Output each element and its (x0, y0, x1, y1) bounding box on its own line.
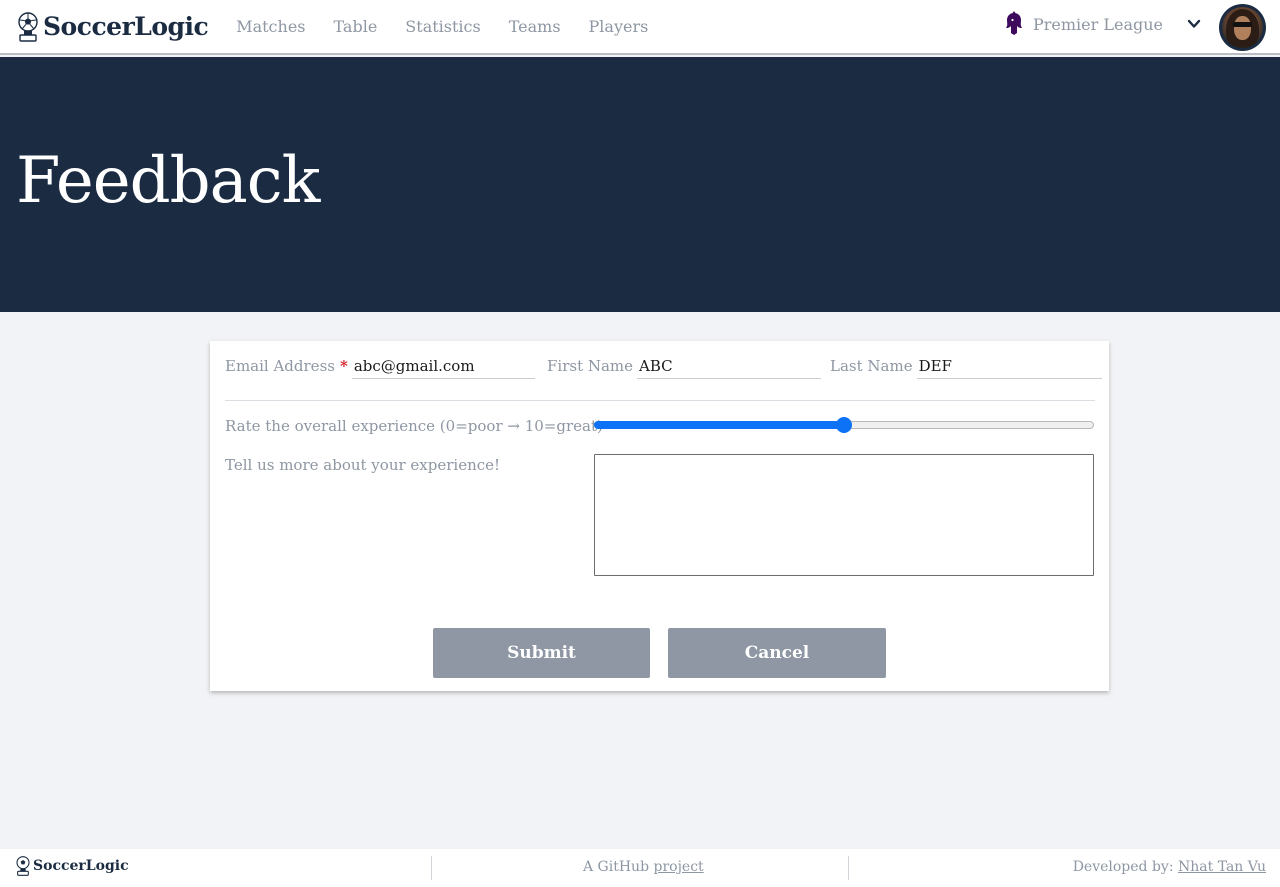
avatar-photo (1222, 7, 1263, 48)
email-input[interactable] (351, 353, 535, 379)
top-navbar: SoccerLogic Matches Table Statistics Tea… (0, 0, 1280, 55)
first-name-field-group: First Name (547, 353, 822, 379)
footer-divider (431, 856, 432, 880)
nav-link-teams[interactable]: Teams (509, 17, 561, 36)
feedback-form: Email Address* First Name Last Name Rate… (210, 341, 1109, 691)
chevron-down-icon[interactable] (1187, 17, 1201, 31)
form-divider (225, 400, 1095, 401)
developer-link[interactable]: Nhat Tan Vu (1178, 859, 1266, 875)
cancel-button[interactable]: Cancel (668, 628, 886, 678)
footer-divider (848, 856, 849, 880)
brand-name: SoccerLogic (43, 12, 209, 41)
last-name-field-group: Last Name (830, 353, 1102, 379)
nav-link-statistics[interactable]: Statistics (405, 17, 480, 36)
user-avatar[interactable] (1219, 4, 1266, 51)
footer-developer-prefix: Developed by: (1072, 859, 1174, 875)
trophy-icon (16, 856, 30, 876)
league-selector[interactable]: Premier League (1002, 11, 1163, 37)
footer-github-credit: A GitHub project (583, 859, 704, 875)
required-marker: * (339, 357, 348, 375)
last-name-label: Last Name (830, 357, 913, 375)
slider-fill (594, 421, 844, 429)
github-project-link[interactable]: project (654, 859, 704, 875)
footer-developer-credit: Developed by: Nhat Tan Vu (1073, 859, 1266, 875)
footer-brand-name: SoccerLogic (33, 858, 129, 874)
brand-logo-link[interactable]: SoccerLogic (16, 11, 209, 42)
slider-thumb[interactable] (836, 417, 852, 433)
league-name: Premier League (1033, 14, 1164, 34)
footer-github-prefix: A GitHub (583, 859, 650, 875)
nav-link-matches[interactable]: Matches (236, 17, 305, 36)
page-hero: Feedback (0, 57, 1280, 312)
email-label: Email Address * (225, 357, 348, 375)
rating-slider[interactable] (594, 417, 1094, 433)
footer-brand-link[interactable]: SoccerLogic (15, 856, 129, 876)
main-nav: Matches Table Statistics Teams Players (222, 17, 662, 36)
nav-link-players[interactable]: Players (589, 17, 649, 36)
last-name-input[interactable] (916, 353, 1102, 379)
contact-fields-row: Email Address* First Name Last Name (225, 353, 1102, 379)
email-field-group: Email Address * (225, 353, 535, 379)
comments-label: Tell us more about your experience! (225, 456, 501, 474)
first-name-input[interactable] (637, 353, 822, 379)
page-title: Feedback (16, 144, 320, 218)
submit-button[interactable]: Submit (433, 628, 650, 678)
nav-link-table[interactable]: Table (334, 17, 378, 36)
trophy-icon (18, 11, 38, 42)
rating-label: Rate the overall experience (0=poor → 10… (225, 417, 603, 435)
page-footer: SoccerLogic A GitHub project Developed b… (0, 849, 1280, 887)
premier-league-lion-icon (1006, 11, 1022, 35)
first-name-label: First Name (547, 357, 634, 375)
comments-textarea[interactable] (594, 454, 1094, 576)
